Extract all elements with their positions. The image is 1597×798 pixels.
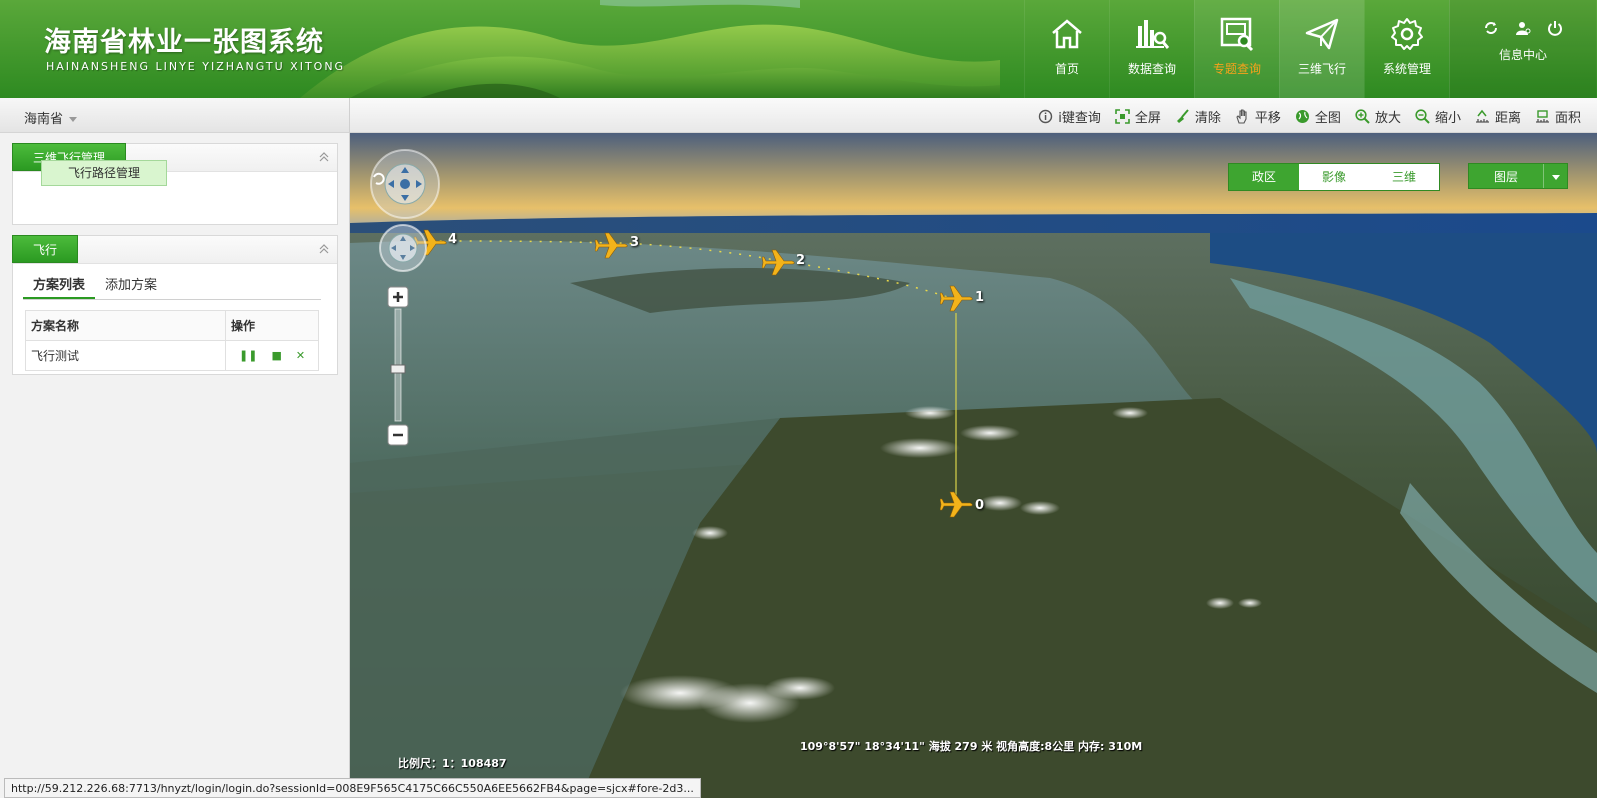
app-title: 海南省林业一张图系统 — [44, 27, 324, 58]
gear-icon — [1391, 18, 1423, 50]
status-url-tooltip: http://59.212.226.68:7713/hnyzt/login/lo… — [4, 778, 701, 798]
collapse-icon[interactable] — [319, 243, 329, 255]
tool-zoom-out-label: 缩小 — [1434, 111, 1461, 126]
nav-system-manage-label: 系统管理 — [1382, 62, 1431, 76]
flight-panel: 飞行 方案列表 添加方案 方案名称 操作 飞行测试 ❚❚ ■ ✕ — [12, 235, 338, 375]
tool-clear-label: 清除 — [1194, 111, 1221, 126]
flight-manage-panel: 三维飞行管理 飞行路径管理 — [12, 143, 338, 225]
theme-query-icon — [1220, 17, 1254, 52]
delete-icon[interactable]: ✕ — [296, 349, 305, 362]
nav-home-label: 首页 — [1054, 62, 1079, 76]
left-sidebar: 三维飞行管理 飞行路径管理 飞行 方案列表 添加方案 方案名称 操作 飞行测试 — [0, 133, 350, 798]
area-icon — [1535, 110, 1549, 123]
table-row[interactable]: 飞行测试 ❚❚ ■ ✕ — [25, 340, 319, 371]
waypoint-label: 4 — [448, 232, 458, 247]
map-toolbar: i键查询 全屏 清除 平移 全图 放大 缩小 距离 面积 — [350, 98, 1597, 133]
airplane-icon[interactable] — [595, 230, 629, 260]
data-query-icon — [1136, 20, 1170, 49]
waypoint-label: 3 — [630, 235, 640, 250]
pause-icon[interactable]: ❚❚ — [239, 349, 257, 362]
tool-pan-label: 平移 — [1254, 111, 1281, 126]
waypoint-label: 1 — [975, 290, 985, 305]
nav-3d-flight[interactable]: 三维飞行 — [1279, 0, 1364, 98]
tool-measure-distance[interactable]: 距离 — [1475, 107, 1521, 126]
flight-panel-title: 飞行 — [12, 235, 79, 263]
region-select-label: 海南省 — [24, 112, 64, 127]
tool-zoom-in-label: 放大 — [1374, 111, 1401, 126]
tool-clear[interactable]: 清除 — [1175, 107, 1221, 126]
zoom-in-icon — [1355, 109, 1370, 124]
tool-info-query[interactable]: i键查询 — [1038, 107, 1101, 126]
tool-fullscreen[interactable]: 全屏 — [1115, 107, 1161, 126]
column-header-operation: 操作 — [225, 310, 319, 341]
user-settings-icon[interactable] — [1515, 20, 1531, 36]
tool-measure-distance-label: 距离 — [1494, 111, 1521, 126]
hand-icon — [1236, 109, 1247, 124]
map-view-3d[interactable]: 0 1 2 3 4 政区 影像 三维 图层 109°8'57" 18°34'11… — [350, 133, 1597, 798]
layers-label: 图层 — [1493, 170, 1518, 184]
view-admin-button[interactable]: 政区 — [1229, 164, 1299, 190]
nav-home[interactable]: 首页 — [1024, 0, 1109, 98]
region-bar: 海南省 — [0, 98, 350, 133]
view-imagery-button[interactable]: 影像 — [1299, 164, 1369, 190]
waypoint-label: 2 — [796, 253, 806, 268]
paper-plane-icon — [1305, 18, 1339, 50]
map-scale: 比例尺：1：108487 — [398, 757, 507, 770]
view-3d-button[interactable]: 三维 — [1369, 164, 1439, 190]
tool-measure-area[interactable]: 面积 — [1535, 107, 1581, 126]
flight-tabs: 方案列表 添加方案 — [23, 274, 321, 300]
chevron-down-icon[interactable] — [1543, 164, 1567, 188]
airplane-icon[interactable] — [940, 489, 974, 519]
flight-path-manage-button[interactable]: 飞行路径管理 — [41, 160, 167, 186]
chevron-down-icon — [69, 117, 78, 122]
main-nav: 首页 数据查询 专题查询 三维飞行 系统管理 信息中心 — [1024, 0, 1596, 98]
tool-pan[interactable]: 平移 — [1235, 107, 1281, 126]
power-icon[interactable] — [1547, 20, 1563, 36]
collapse-icon[interactable] — [319, 151, 329, 163]
nav-theme-query[interactable]: 专题查询 — [1194, 0, 1279, 98]
tool-full-extent-label: 全图 — [1314, 111, 1341, 126]
tool-full-extent[interactable]: 全图 — [1295, 107, 1341, 126]
flight-panel-header: 飞行 — [12, 235, 337, 264]
tilt-control[interactable] — [378, 223, 428, 273]
refresh-icon[interactable] — [1483, 20, 1499, 36]
app-header: 海南省林业一张图系统 HAINANSHENG LINYE YIZHANGTU X… — [0, 0, 1597, 98]
nav-3d-flight-label: 三维飞行 — [1297, 62, 1346, 76]
nav-data-query[interactable]: 数据查询 — [1109, 0, 1194, 98]
view-mode-switch: 政区 影像 三维 — [1228, 163, 1440, 191]
tab-plan-list[interactable]: 方案列表 — [23, 274, 96, 299]
broom-icon — [1176, 109, 1189, 123]
app-subtitle: HAINANSHENG LINYE YIZHANGTU XITONG — [46, 60, 346, 73]
ruler-icon — [1475, 109, 1489, 123]
column-header-plan-name: 方案名称 — [25, 310, 226, 341]
tool-info-query-label: i键查询 — [1058, 111, 1101, 126]
home-icon — [1052, 19, 1082, 49]
nav-data-query-label: 数据查询 — [1127, 62, 1176, 76]
tool-measure-area-label: 面积 — [1554, 111, 1581, 126]
tool-zoom-in[interactable]: 放大 — [1355, 107, 1401, 126]
zoom-slider[interactable] — [386, 285, 410, 455]
info-icon — [1039, 109, 1053, 124]
fullscreen-icon — [1115, 109, 1130, 124]
nav-theme-query-label: 专题查询 — [1212, 62, 1261, 76]
tab-add-plan[interactable]: 添加方案 — [95, 274, 167, 299]
nav-system-manage[interactable]: 系统管理 — [1364, 0, 1449, 98]
terrain-scene — [350, 133, 1597, 798]
info-center[interactable]: 信息中心 — [1449, 0, 1596, 98]
info-center-label: 信息中心 — [1498, 48, 1547, 62]
tool-zoom-out[interactable]: 缩小 — [1415, 107, 1461, 126]
stop-icon[interactable]: ■ — [271, 349, 281, 362]
map-status-readout: 109°8'57" 18°34'11" 海拔 279 米 视角高度:8公里 内存… — [800, 740, 1143, 753]
plan-name-cell: 飞行测试 — [25, 340, 226, 371]
airplane-icon[interactable] — [940, 283, 974, 313]
airplane-icon[interactable] — [762, 247, 796, 277]
waypoint-label: 0 — [975, 498, 985, 513]
plan-table: 方案名称 操作 飞行测试 ❚❚ ■ ✕ — [25, 310, 319, 371]
layers-dropdown[interactable]: 图层 — [1468, 163, 1568, 189]
globe-icon — [1295, 110, 1309, 123]
region-select[interactable]: 海南省 — [24, 108, 78, 127]
zoom-out-icon — [1415, 109, 1430, 124]
tool-fullscreen-label: 全屏 — [1134, 111, 1161, 126]
compass-control[interactable] — [368, 147, 442, 221]
